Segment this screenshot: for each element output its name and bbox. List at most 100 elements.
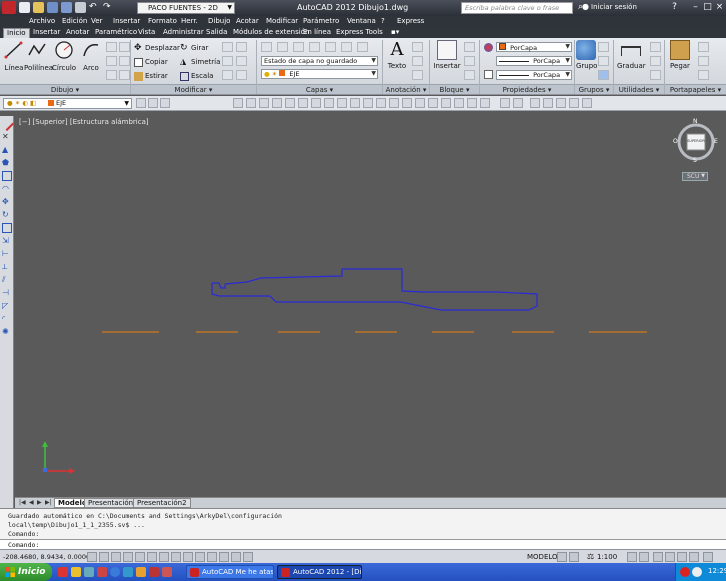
quick-select-icon[interactable] — [650, 42, 661, 52]
toolbar-icon-22[interactable] — [513, 98, 523, 108]
erase-icon[interactable] — [236, 42, 247, 52]
panel-anotacion-label[interactable]: Anotación ▾ — [383, 84, 429, 94]
quick-launch-icon[interactable] — [136, 567, 146, 577]
linetype-combo[interactable]: PorCapa ▼ — [496, 56, 572, 66]
browser-icon[interactable] — [110, 567, 120, 577]
construction-line-icon[interactable] — [119, 42, 130, 52]
menu-modificar[interactable]: Modificar — [266, 17, 298, 25]
cut-icon[interactable] — [698, 42, 709, 52]
explode-tool-icon[interactable]: ✺ — [2, 327, 12, 337]
quick-launch-icon[interactable] — [123, 567, 133, 577]
rotate-tool-icon[interactable]: ↻ — [2, 210, 12, 220]
quick-launch-icon[interactable] — [58, 567, 68, 577]
toolbar-icon-2[interactable] — [246, 98, 256, 108]
stretch-tool-icon[interactable]: ⇲ — [2, 236, 12, 246]
snap-icon[interactable] — [99, 552, 109, 562]
otrack-icon[interactable] — [171, 552, 181, 562]
toolbar-icon-18[interactable] — [454, 98, 464, 108]
group-edit-icon[interactable] — [598, 56, 609, 66]
panel-grupos-label[interactable]: Grupos ▾ — [575, 84, 613, 94]
search-input[interactable]: Escriba palabra clave o frase — [461, 2, 573, 14]
toolbar-icon-19[interactable] — [467, 98, 477, 108]
toolbar-icon-6[interactable] — [298, 98, 308, 108]
polar-icon[interactable] — [135, 552, 145, 562]
menu-ayuda[interactable]: ? — [381, 17, 385, 25]
layer-state-combo[interactable]: Estado de capa no guardado ▼ — [261, 56, 378, 66]
prev-layout-icon[interactable]: ◀ — [29, 499, 34, 506]
profile-polyline[interactable] — [211, 268, 538, 311]
save-as-icon[interactable] — [61, 2, 72, 13]
spline-icon[interactable] — [119, 70, 130, 80]
rotate-button[interactable]: ↻ Girar — [180, 43, 208, 53]
ribbon-toggle-icon[interactable]: ▪▾ — [388, 28, 406, 38]
move-button[interactable]: ✥ Desplazar — [134, 43, 180, 53]
save-icon[interactable] — [47, 2, 58, 13]
tab-vista[interactable]: Vista — [135, 28, 158, 38]
line-tool-icon[interactable] — [0, 116, 15, 132]
list-icon[interactable] — [484, 70, 493, 79]
command-input[interactable]: Comando: — [0, 539, 726, 549]
minimize-icon[interactable]: – — [690, 2, 701, 13]
edit-attribute-icon[interactable] — [464, 70, 475, 80]
lock-icon[interactable] — [665, 552, 675, 562]
tab-salida[interactable]: Salida — [203, 28, 230, 38]
lineweight-combo[interactable]: PorCapa ▼ — [496, 70, 572, 80]
viewcube-east[interactable]: E — [714, 138, 718, 145]
profile-closing-segment[interactable] — [212, 282, 226, 289]
toolbar-icon-7[interactable] — [311, 98, 321, 108]
toolbar-icon-1[interactable] — [233, 98, 243, 108]
mirror-button[interactable]: ◮ Simetría — [180, 57, 220, 67]
panel-propiedades-label[interactable]: Propiedades ▾ — [480, 84, 574, 94]
tray-icon[interactable] — [692, 567, 702, 577]
quick-view-drawings-icon[interactable] — [569, 552, 579, 562]
tab-inicio[interactable]: Inicio — [3, 28, 30, 38]
calculator-icon[interactable] — [650, 70, 661, 80]
toolbar-icon-14[interactable] — [402, 98, 412, 108]
next-layout-icon[interactable]: ▶ — [37, 499, 42, 506]
osnap-icon[interactable] — [147, 552, 157, 562]
toolbar-icon-15[interactable] — [415, 98, 425, 108]
taskbar-item-active[interactable]: AutoCAD 2012 - [Dib... — [277, 565, 362, 579]
layer-properties-icon[interactable] — [261, 42, 272, 52]
toolbar-icon-21[interactable] — [500, 98, 510, 108]
start-button[interactable]: Inicio — [0, 563, 52, 581]
isolate-objects-icon[interactable] — [689, 552, 699, 562]
match-properties-icon[interactable] — [484, 43, 493, 52]
toolbar-icon-13[interactable] — [389, 98, 399, 108]
fillet-tool-icon[interactable]: ◜ — [2, 314, 12, 324]
layer-isolate-icon[interactable] — [293, 42, 304, 52]
toolbar-icon-9[interactable] — [337, 98, 347, 108]
polyline-button[interactable]: Polilínea — [24, 40, 53, 72]
layer-previous-icon[interactable] — [148, 98, 158, 108]
polyline-tool-icon[interactable]: ▲ — [2, 145, 12, 155]
menu-edicion[interactable]: Edición — [62, 17, 87, 25]
viewcube-south[interactable]: S — [693, 157, 697, 164]
ellipse-icon[interactable] — [119, 56, 130, 66]
layer-combo[interactable]: ● ✶ ◐ ◧ EJE ▼ — [3, 98, 132, 109]
toolbar-icon-17[interactable] — [441, 98, 451, 108]
stretch-button[interactable]: Estirar — [134, 71, 168, 81]
copy-button[interactable]: Copiar — [134, 57, 168, 67]
explode-icon[interactable] — [236, 56, 247, 66]
help-icon[interactable]: ? — [669, 2, 680, 13]
print-icon[interactable] — [75, 2, 86, 13]
menu-herr[interactable]: Herr. — [181, 17, 198, 25]
panel-portapapeles-label[interactable]: Portapapeles ▾ — [665, 84, 726, 94]
menu-ventana[interactable]: Ventana — [347, 17, 376, 25]
menu-formato[interactable]: Formato — [148, 17, 177, 25]
measure-button[interactable]: Graduar — [617, 40, 646, 70]
login-button[interactable]: Iniciar sesión — [591, 3, 637, 11]
menu-archivo[interactable]: Archivo — [29, 17, 55, 25]
rectangle-tool-icon[interactable] — [2, 171, 12, 181]
quick-launch-icon[interactable] — [149, 567, 159, 577]
quick-launch-icon[interactable] — [84, 567, 94, 577]
offset-icon[interactable] — [236, 70, 247, 80]
tab-parametrico[interactable]: Paramétrico — [92, 28, 140, 38]
group-select-icon[interactable] — [598, 70, 609, 80]
toolbar-icon-23[interactable] — [530, 98, 540, 108]
toolbar-icon-5[interactable] — [285, 98, 295, 108]
viewcube-west[interactable]: O — [673, 138, 678, 145]
toolbar-icon-26[interactable] — [569, 98, 579, 108]
ungroup-icon[interactable] — [598, 42, 609, 52]
point-id-icon[interactable] — [650, 56, 661, 66]
